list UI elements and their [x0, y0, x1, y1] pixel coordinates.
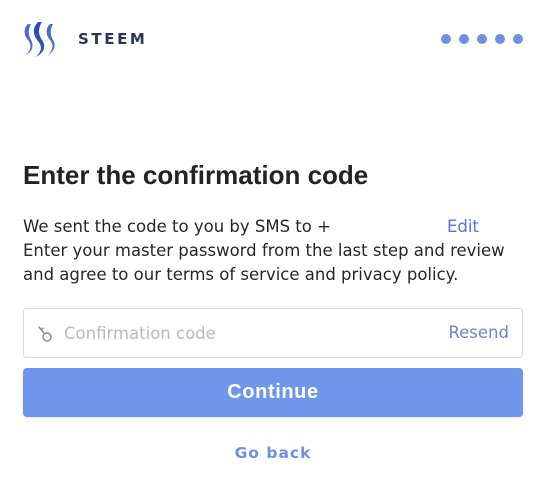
phone-number-redacted [331, 218, 443, 234]
edit-phone-link[interactable]: Edit [447, 217, 479, 236]
instructions-text: We sent the code to you by SMS to + Edit … [23, 215, 528, 287]
instructions-line-3: and agree to our terms of service and pr… [23, 265, 459, 284]
confirmation-code-input[interactable] [64, 310, 434, 356]
key-icon [36, 324, 54, 344]
progress-dot [441, 34, 451, 44]
progress-dot [459, 34, 469, 44]
progress-dots [441, 34, 523, 44]
resend-link[interactable]: Resend [448, 323, 509, 342]
header: STEEM [0, 0, 550, 80]
progress-dot [495, 34, 505, 44]
progress-dot [513, 34, 523, 44]
brand-name: STEEM [78, 30, 148, 48]
progress-dot [477, 34, 487, 44]
go-back-link[interactable]: Go back [0, 444, 546, 462]
sms-text: We sent the code to you by SMS to + [23, 217, 331, 236]
steem-logo-icon [21, 19, 63, 59]
confirmation-code-field[interactable]: Resend [23, 308, 523, 358]
page-title: Enter the confirmation code [23, 160, 369, 190]
continue-button[interactable]: Continue [23, 368, 523, 417]
instructions-line-2: Enter your master password from the last… [23, 241, 505, 260]
sms-line: We sent the code to you by SMS to + Edit [23, 215, 528, 239]
